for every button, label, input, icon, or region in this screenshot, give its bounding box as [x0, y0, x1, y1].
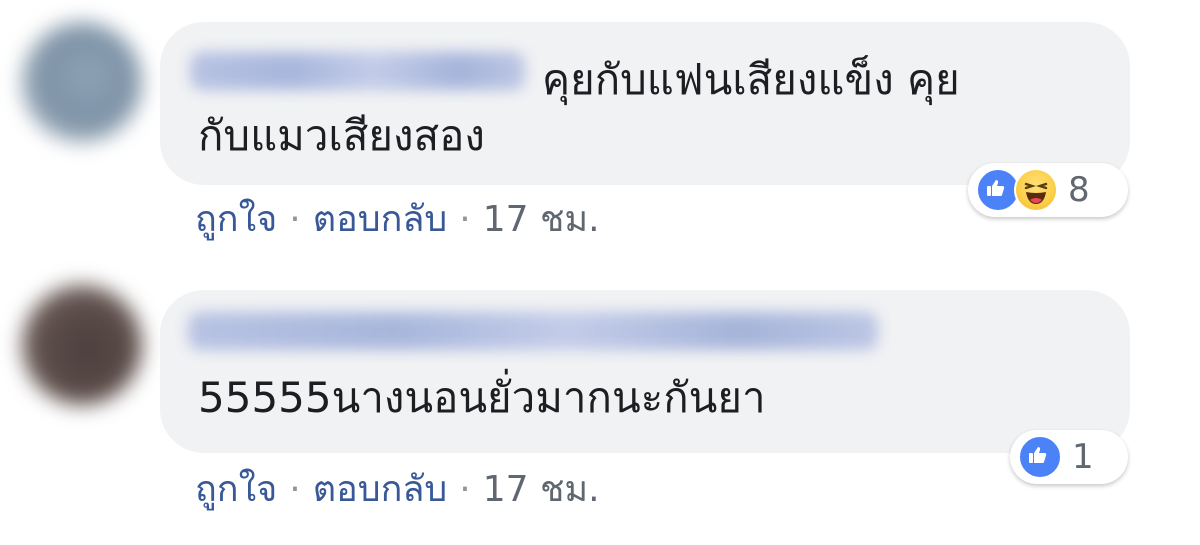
- like-link[interactable]: ถูกใจ: [195, 469, 277, 510]
- separator-dot: ·: [289, 469, 301, 510]
- reactions-summary[interactable]: 8: [968, 163, 1128, 217]
- haha-icon: [1014, 168, 1058, 212]
- comment-actions: ถูกใจ · ตอบกลับ · 17 ชม.: [195, 198, 600, 242]
- comment-bubble: คุยกับแฟนเสียงแข็ง คุย กับแมวเสียงสอง: [160, 22, 1130, 185]
- reply-link[interactable]: ตอบกลับ: [313, 469, 448, 510]
- avatar[interactable]: [22, 22, 142, 142]
- separator-dot: ·: [459, 199, 471, 240]
- comment-bubble: 55555นางนอนยั่วมากนะกันยา: [160, 290, 1130, 453]
- timestamp[interactable]: 17 ชม.: [483, 469, 600, 510]
- like-link[interactable]: ถูกใจ: [195, 199, 277, 240]
- reactions-summary[interactable]: 1: [1010, 430, 1128, 484]
- separator-dot: ·: [459, 469, 471, 510]
- comment-item: 55555นางนอนยั่วมากนะกันยา 1 ถูกใจ · ตอบกลั…: [0, 270, 1200, 545]
- reaction-count: 1: [1072, 437, 1094, 477]
- like-icon: [1018, 435, 1062, 479]
- reaction-count: 8: [1068, 170, 1090, 210]
- comment-text-line: 55555นางนอนยั่วมากนะกันยา: [198, 373, 766, 422]
- separator-dot: ·: [289, 199, 301, 240]
- reply-link[interactable]: ตอบกลับ: [313, 199, 448, 240]
- comment-actions: ถูกใจ · ตอบกลับ · 17 ชม.: [195, 468, 600, 512]
- timestamp[interactable]: 17 ชม.: [483, 199, 600, 240]
- comment-text-line: คุยกับแฟนเสียงแข็ง คุย: [542, 55, 960, 104]
- commenter-name-blurred[interactable]: [188, 312, 878, 350]
- comment-text-line: กับแมวเสียงสอง: [198, 111, 485, 160]
- avatar[interactable]: [22, 285, 142, 405]
- commenter-name-blurred[interactable]: [190, 52, 525, 90]
- comment-item: คุยกับแฟนเสียงแข็ง คุย กับแมวเสียงสอง 8 …: [0, 0, 1200, 270]
